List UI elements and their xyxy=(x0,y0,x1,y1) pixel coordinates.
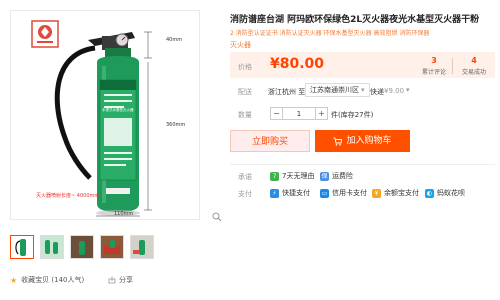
chevron-down-icon: ▾ xyxy=(361,86,365,94)
thumbnail-2[interactable] xyxy=(40,235,64,259)
dim-width-label: 110mm xyxy=(114,211,134,217)
price-label: 价格 xyxy=(238,63,252,71)
commitment-freight[interactable]: 保 运费险 xyxy=(320,171,353,181)
reviews-label: 累计评论 xyxy=(421,69,446,76)
payment-huabei-text: 蚂蚁花呗 xyxy=(437,189,465,197)
reviews-count: 3 xyxy=(431,56,437,65)
add-to-cart-button[interactable]: 加入购物车 xyxy=(315,130,410,152)
quantity-input[interactable]: 1 xyxy=(283,107,315,120)
yuebao-icon: ¥ xyxy=(372,188,381,198)
insurance-icon: 保 xyxy=(320,171,329,181)
quantity-stock: 件(库存27件) xyxy=(331,111,374,119)
huabei-icon: ◐ xyxy=(425,188,434,198)
payment-quick[interactable]: ⚡ 快捷支付 xyxy=(270,188,310,198)
quantity-increment-button[interactable]: + xyxy=(315,107,328,120)
dim-top-label: 40mm xyxy=(166,37,183,43)
thumbnail-3[interactable] xyxy=(70,235,94,259)
product-subtitle-2: 灭火器 xyxy=(230,41,251,49)
commitment-label: 承诺 xyxy=(238,173,252,181)
shipping-destination-select[interactable]: 江苏南通崇川区 ▾ xyxy=(305,83,370,97)
shipping-origin: 浙江杭州 至 xyxy=(268,88,306,96)
payment-credit[interactable]: ▭ 信用卡支付 xyxy=(320,188,367,198)
credit-card-icon: ▭ xyxy=(320,188,329,198)
quantity-label: 数量 xyxy=(238,111,252,119)
zoom-icon[interactable] xyxy=(212,212,222,222)
cart-icon xyxy=(333,137,343,146)
shipping-price: ¥9.00 xyxy=(384,87,405,95)
shipping-method: 快递 xyxy=(370,88,384,96)
share-link[interactable]: 分享 xyxy=(108,275,133,285)
favorite-label: 收藏宝贝 (140人气) xyxy=(21,276,85,284)
shipping-chevron-icon[interactable]: ▾ xyxy=(406,86,410,94)
product-subtitle: 2 消防型认证证书 消防认证灭火器 环保水基型灭火器 高效阻燃 消防环保器 xyxy=(230,30,430,37)
thumbnail-5[interactable] xyxy=(130,235,154,259)
sales-count: 4 xyxy=(471,56,477,65)
shipping-destination: 江苏南通崇川区 xyxy=(310,86,359,94)
payment-quick-text: 快捷支付 xyxy=(282,189,310,197)
share-icon xyxy=(108,276,116,284)
sales-label: 交易成功 xyxy=(461,69,486,76)
add-to-cart-label: 加入购物车 xyxy=(346,136,392,146)
product-title: 消防谱座台湖 阿玛欧环保绿色2L灭火器夜光水基型灭火器干粉 xyxy=(230,15,480,25)
favorite-link[interactable]: ★ 收藏宝贝 (140人气) xyxy=(10,275,84,285)
reviews-stat[interactable]: 3 累计评论 xyxy=(416,56,452,76)
section-divider xyxy=(230,164,495,165)
commitment-freight-text: 运费险 xyxy=(332,172,353,180)
fire-extinguisher-image xyxy=(54,31,152,217)
seven-day-icon: 7 xyxy=(270,171,279,181)
quantity-decrement-button[interactable]: − xyxy=(270,107,283,120)
payment-label: 支付 xyxy=(238,190,252,198)
payment-credit-text: 信用卡支付 xyxy=(332,189,367,197)
payment-yuebao[interactable]: ¥ 余额宝支付 xyxy=(372,188,419,198)
commitment-7day[interactable]: 7 7天无理由 xyxy=(270,171,314,181)
dim-body-label: 360mm xyxy=(166,122,186,128)
thumbnail-4[interactable] xyxy=(100,235,124,259)
shipping-label: 配送 xyxy=(238,88,252,96)
payment-yuebao-text: 余额宝支付 xyxy=(384,189,419,197)
star-icon: ★ xyxy=(10,275,18,285)
commitment-7day-text: 7天无理由 xyxy=(282,172,315,180)
thumbnail-1[interactable] xyxy=(10,235,34,259)
share-label: 分享 xyxy=(119,276,133,284)
sales-stat: 4 交易成功 xyxy=(456,56,492,76)
quick-pay-icon: ⚡ xyxy=(270,188,279,198)
image-caption: 灭火器喷射长度~ 4000mm xyxy=(36,193,100,199)
can-label-text: 手提式水基型灭火器 xyxy=(102,108,134,112)
payment-huabei[interactable]: ◐ 蚂蚁花呗 xyxy=(425,188,465,198)
price-value: ¥80.00 xyxy=(270,56,325,72)
buy-now-button[interactable]: 立即购买 xyxy=(230,130,310,152)
stat-divider xyxy=(452,58,453,74)
